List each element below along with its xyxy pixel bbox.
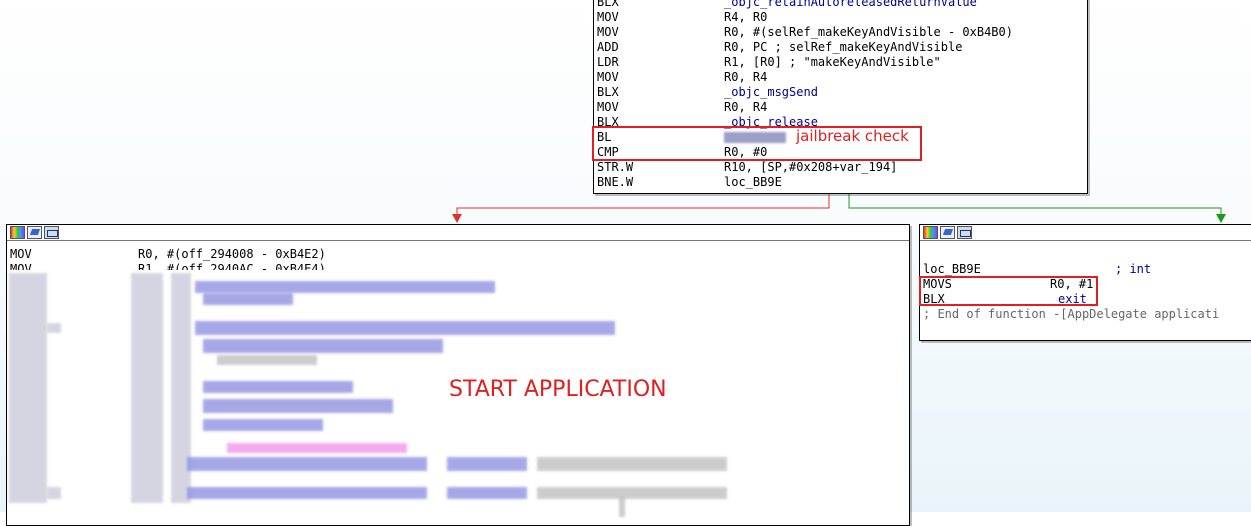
color-picker-icon[interactable] xyxy=(10,226,25,239)
block-toolbar xyxy=(920,225,1251,241)
block-toolbar xyxy=(7,225,909,241)
operand: _objc_retainAutoreleasedReturnValue xyxy=(724,0,977,9)
branch-target[interactable]: loc_BB9E xyxy=(724,175,782,190)
mnemonic: BLX xyxy=(597,0,619,9)
jailbreak-check-annotation: jailbreak check xyxy=(796,127,909,145)
code-block-top[interactable]: BLX _objc_retainAutoreleasedReturnValue … xyxy=(593,0,1088,194)
mnemonic: BNE.W xyxy=(597,175,634,189)
mnemonic: MOV xyxy=(10,247,32,261)
color-picker-icon[interactable] xyxy=(923,226,938,239)
label-comment: ; int xyxy=(1115,262,1152,276)
mnemonic: MOV xyxy=(597,10,619,24)
true-branch-arrowhead xyxy=(1216,214,1226,223)
rename-icon[interactable] xyxy=(27,226,42,239)
operand: _objc_msgSend xyxy=(724,85,818,99)
false-branch-arrowhead xyxy=(452,214,462,223)
mnemonic: MOV xyxy=(597,25,619,39)
operand: R0, #(selRef_makeKeyAndVisible - 0xB4B0) xyxy=(724,25,1013,39)
mnemonic: MOV xyxy=(10,262,32,270)
code-line: BLX xyxy=(597,0,619,10)
graph-view-icon[interactable] xyxy=(957,226,972,239)
rename-icon[interactable] xyxy=(940,226,955,239)
exit-call-highlight xyxy=(919,276,1098,306)
true-branch-edge xyxy=(848,192,1222,218)
start-application-annotation: START APPLICATION xyxy=(449,377,667,402)
mnemonic: MOV xyxy=(597,100,619,114)
mnemonic: STR.W xyxy=(597,160,634,174)
mnemonic: MOV xyxy=(597,70,619,84)
operand: R0, R4 xyxy=(724,70,768,84)
operand: R4, R0 xyxy=(724,10,768,24)
operand: R0, #(off_294008 - 0xB4E2) xyxy=(138,247,326,261)
graph-view-icon[interactable] xyxy=(44,226,59,239)
operand: R1, #(off_2940AC - 0xB4E4) xyxy=(138,262,326,270)
mnemonic: LDR xyxy=(597,55,619,69)
operand: R0, R4 xyxy=(724,100,768,114)
false-branch-edge xyxy=(456,192,830,218)
code-block-left[interactable]: MOV R0, #(off_294008 - 0xB4E2) MOV R1, #… xyxy=(6,224,910,526)
operand: R1, [R0] ; "makeKeyAndVisible" xyxy=(724,55,941,69)
mnemonic: BLX xyxy=(597,85,619,99)
operand: R0, PC ; selRef_makeKeyAndVisible xyxy=(724,40,963,54)
operand: R10, [SP,#0x208+var_194] xyxy=(724,160,898,174)
end-of-function-comment: ; End of function -[AppDelegate applicat… xyxy=(923,307,1220,321)
location-label[interactable]: loc_BB9E xyxy=(923,262,981,277)
mnemonic: ADD xyxy=(597,40,619,54)
